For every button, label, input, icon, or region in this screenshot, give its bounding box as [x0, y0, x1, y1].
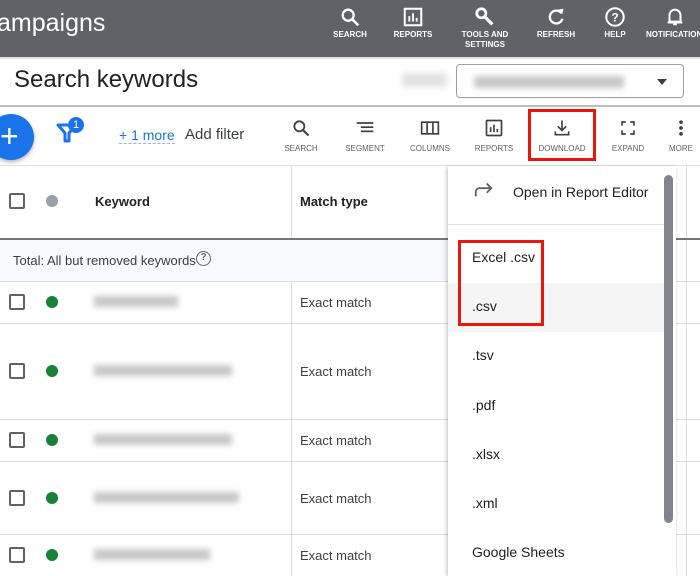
match-type-cell: Exact match [300, 548, 372, 563]
search-tool-label: SEARCH [284, 144, 318, 153]
format-label: .pdf [472, 397, 496, 413]
status-enabled-dot [46, 549, 58, 561]
top-tools-button[interactable]: TOOLS AND SETTINGS [458, 6, 512, 50]
status-enabled-dot [46, 492, 58, 504]
menu-scrollbar[interactable] [664, 175, 673, 523]
reports-icon [485, 119, 503, 137]
keyword-blurred[interactable] [94, 296, 178, 307]
format-xlsx[interactable]: .xlsx [448, 431, 673, 480]
keyword-blurred[interactable] [94, 365, 232, 376]
more-filters-link[interactable]: + 1 more [119, 127, 175, 144]
top-refresh-button[interactable]: REFRESH [536, 6, 576, 40]
search-icon [293, 120, 310, 137]
top-help-label: HELP [604, 30, 626, 39]
status-enabled-dot [46, 296, 58, 308]
app-title: ampaigns [0, 9, 106, 37]
top-reports-button[interactable]: REPORTS [391, 6, 435, 40]
select-all-checkbox[interactable] [9, 193, 25, 209]
more-tool-label: MORE [669, 144, 693, 153]
match-type-cell: Exact match [300, 364, 372, 379]
download-menu: Open in Report Editor Excel .csv .csv .t… [448, 166, 676, 576]
format-tsv[interactable]: .tsv [448, 332, 673, 381]
forward-arrow-icon [474, 182, 493, 197]
columns-icon [420, 121, 440, 135]
segment-icon [356, 122, 374, 133]
format-pdf[interactable]: .pdf [448, 382, 673, 431]
header-divider [0, 105, 700, 107]
top-search-label: SEARCH [333, 30, 367, 39]
column-divider [291, 166, 292, 576]
top-tools-label: TOOLS AND SETTINGS [461, 30, 509, 49]
open-report-editor-item[interactable]: Open in Report Editor [448, 166, 673, 225]
column-divider [686, 166, 687, 576]
format-label: .xml [472, 495, 498, 511]
segment-tool-label: SEGMENT [345, 144, 385, 153]
format-label: .tsv [472, 347, 494, 363]
keyword-blurred[interactable] [94, 549, 210, 560]
row-checkbox[interactable] [9, 490, 25, 506]
more-tool-button[interactable]: MORE [665, 118, 697, 153]
filter-count-badge: 1 [68, 117, 84, 133]
top-bar: ampaigns SEARCH REPORTS TOOLS AND SETTIN… [0, 0, 700, 57]
row-checkbox[interactable] [9, 363, 25, 379]
format-label: .xlsx [472, 446, 500, 462]
add-filter-button[interactable]: Add filter [185, 126, 244, 143]
search-tool-button[interactable]: SEARCH [283, 118, 319, 153]
date-range-label-blurred [402, 73, 447, 87]
page-title: Search keywords [14, 66, 199, 93]
total-label: Total: All but removed keywords [13, 253, 196, 268]
download-highlight-box [528, 109, 596, 161]
row-checkbox[interactable] [9, 294, 25, 310]
top-search-button[interactable]: SEARCH [330, 6, 370, 40]
columns-tool-label: COLUMNS [409, 144, 450, 153]
help-icon[interactable]: ? [196, 251, 211, 266]
column-header-match-type[interactable]: Match type [300, 194, 368, 209]
status-enabled-dot [46, 434, 58, 446]
expand-tool-label: EXPAND [611, 144, 645, 153]
format-xml[interactable]: .xml [448, 480, 673, 529]
topbar-shadow [0, 57, 700, 60]
help-icon: ? [605, 7, 625, 27]
expand-tool-button[interactable]: EXPAND [608, 118, 648, 153]
reports-tool-label: REPORTS [474, 144, 514, 153]
top-help-button[interactable]: ? HELP [598, 6, 632, 40]
reports-icon [403, 7, 423, 27]
bell-icon [667, 8, 683, 26]
keyword-blurred[interactable] [94, 492, 239, 503]
top-notifications-label: NOTIFICATIONS [646, 30, 700, 39]
wrench-icon [475, 7, 494, 26]
segment-tool-button[interactable]: SEGMENT [340, 118, 390, 153]
open-report-editor-label: Open in Report Editor [513, 184, 649, 200]
reports-tool-button[interactable]: REPORTS [471, 118, 517, 153]
search-icon [341, 8, 360, 27]
format-label: Google Sheets [472, 544, 565, 560]
more-vert-icon [679, 120, 683, 136]
refresh-icon [548, 8, 564, 25]
dropdown-caret-icon [657, 79, 667, 85]
date-range-select[interactable] [456, 64, 684, 98]
row-checkbox[interactable] [9, 547, 25, 563]
match-type-cell: Exact match [300, 433, 372, 448]
svg-text:?: ? [611, 11, 618, 25]
row-checkbox[interactable] [9, 432, 25, 448]
columns-tool-button[interactable]: COLUMNS [406, 118, 454, 153]
match-type-cell: Exact match [300, 491, 372, 506]
format-google-sheets[interactable]: Google Sheets [448, 529, 673, 576]
match-type-cell: Exact match [300, 295, 372, 310]
status-header-dot [46, 195, 58, 207]
status-enabled-dot [46, 365, 58, 377]
top-reports-label: REPORTS [393, 30, 433, 39]
column-header-keyword[interactable]: Keyword [95, 194, 150, 209]
top-refresh-label: REFRESH [536, 30, 576, 39]
date-range-value-blurred [474, 76, 624, 88]
top-notifications-button[interactable]: NOTIFICATIONS [646, 6, 700, 40]
expand-icon [621, 121, 635, 135]
keyword-blurred[interactable] [94, 434, 232, 445]
csv-highlight-box [458, 240, 544, 326]
plus-icon: + [0, 118, 19, 154]
add-button[interactable]: + [0, 114, 34, 160]
